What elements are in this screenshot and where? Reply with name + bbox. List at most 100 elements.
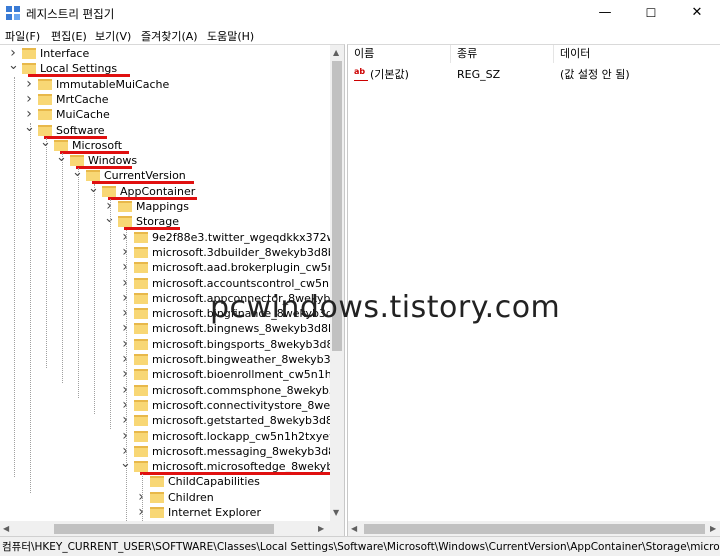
chevron-right-icon[interactable]: › — [120, 382, 130, 398]
tree-node[interactable]: › microsoft.accountscontrol_cw5n1h2tx — [0, 275, 344, 291]
tree-node-label: 9e2f88e3.twitter_wgeqdkkx372wm — [152, 230, 345, 244]
tree-node[interactable]: › microsoft.3dbuilder_8wekyb3d8bbwe — [0, 244, 344, 260]
chevron-down-icon[interactable]: ⌄ — [56, 151, 67, 168]
chevron-right-icon[interactable]: › — [120, 352, 130, 367]
chevron-down-icon[interactable]: ⌄ — [24, 121, 35, 138]
tree-node-label: Mappings — [136, 200, 189, 213]
tree-vertical-scrollbar[interactable]: ▲ ▼ — [330, 45, 344, 521]
chevron-right-icon[interactable]: › — [120, 260, 130, 275]
chevron-down-icon[interactable]: ⌄ — [120, 457, 131, 474]
tree-node[interactable]: ⌄ Microsoft — [0, 136, 330, 154]
chevron-right-icon[interactable]: › — [120, 290, 130, 306]
list-horizontal-scrollbar[interactable]: ◀ ▶ — [348, 521, 720, 537]
tree-node[interactable]: ⌄ AppContainer — [0, 182, 330, 200]
tree-node[interactable]: › microsoft.bioenrollment_cw5n1h2txye — [0, 367, 344, 382]
tree-node[interactable]: › microsoft.bingnews_8wekyb3d8bbwe — [0, 321, 344, 336]
chevron-right-icon[interactable]: › — [120, 244, 130, 260]
chevron-right-icon[interactable]: › — [120, 275, 130, 291]
menu-file[interactable]: 파일(F) — [5, 28, 40, 44]
tree-node[interactable]: › microsoft.aad.brokerplugin_cw5n1h2b — [0, 260, 344, 275]
tree-node-label: microsoft.messaging_8wekyb3d8bbwe — [152, 444, 345, 458]
tree-node-label: microsoft.accountscontrol_cw5n1h2tx — [152, 276, 345, 290]
scroll-right-arrow-icon[interactable]: ▶ — [318, 524, 324, 534]
chevron-right-icon[interactable]: › — [120, 306, 130, 321]
maximize-button[interactable]: ☐ — [628, 0, 674, 26]
tree-node[interactable]: ⌄ Local Settings — [0, 59, 330, 78]
scroll-up-arrow-icon[interactable]: ▲ — [333, 48, 339, 58]
chevron-right-icon[interactable]: › — [120, 413, 130, 428]
tree-node[interactable]: › microsoft.bingsports_8wekyb3d8bbwe — [0, 336, 344, 352]
chevron-right-icon[interactable]: › — [120, 428, 130, 444]
chevron-right-icon[interactable]: › — [120, 397, 130, 413]
list-scroll-left-arrow-icon[interactable]: ◀ — [351, 524, 357, 534]
tree-node[interactable]: › microsoft.commsphone_8wekyb3d8bb — [0, 382, 344, 398]
tree-node[interactable]: › microsoft.bingweather_8wekyb3d8bbw — [0, 352, 344, 367]
close-button[interactable]: ✕ — [674, 0, 720, 26]
tree-guide-line — [126, 229, 127, 521]
tree-guide-line — [78, 168, 79, 399]
menu-view[interactable]: 보기(V) — [95, 28, 131, 44]
menu-favorites[interactable]: 즐겨찾기(A) — [141, 28, 198, 44]
menu-help[interactable]: 도움말(H) — [207, 28, 254, 44]
column-header-data[interactable]: 데이터 — [554, 45, 720, 63]
tree-node[interactable]: › microsoft.connectivitystore_8wekyb3 — [0, 397, 344, 413]
tree-node[interactable]: ⌄ Storage — [0, 212, 330, 231]
tree-node[interactable]: › microsoft.lockapp_cw5n1h2txyewy — [0, 428, 344, 444]
tree-node[interactable]: › 9e2f88e3.twitter_wgeqdkkx372wm — [0, 229, 344, 245]
chevron-down-icon[interactable]: ⌄ — [104, 212, 115, 229]
chevron-down-icon[interactable]: ⌄ — [72, 166, 83, 183]
column-header-type[interactable]: 종류 — [451, 45, 554, 63]
tree-node[interactable]: › MrtCache — [0, 91, 330, 107]
tree-node[interactable]: › microsoft.getstarted_8wekyb3d8bbwe — [0, 413, 344, 428]
folder-icon — [134, 399, 148, 411]
tree-horizontal-scroll-thumb[interactable] — [54, 524, 274, 534]
tree-node[interactable]: › microsoft.appconnector_8wekyb3d8bb — [0, 290, 344, 306]
chevron-down-icon[interactable]: ⌄ — [40, 136, 51, 153]
tree-node[interactable]: ⌄ CurrentVersion — [0, 166, 330, 185]
folder-icon — [38, 78, 52, 90]
tree-node[interactable]: ⌄ Windows — [0, 151, 330, 170]
chevron-right-icon[interactable]: › — [136, 489, 146, 505]
tree-node-label: microsoft.bingweather_8wekyb3d8bbw — [152, 353, 344, 366]
chevron-right-icon[interactable]: › — [136, 505, 146, 520]
tree-node[interactable]: › Interface — [0, 46, 330, 61]
chevron-right-icon[interactable]: › — [120, 367, 130, 382]
tree-node[interactable]: › Mappings — [0, 199, 330, 214]
tree-node[interactable]: › microsoft.messaging_8wekyb3d8bbwe — [0, 443, 344, 459]
folder-icon — [134, 277, 148, 289]
chevron-right-icon[interactable]: › — [120, 321, 130, 336]
chevron-right-icon[interactable]: › — [120, 336, 130, 352]
chevron-down-icon[interactable]: ⌄ — [88, 182, 99, 199]
minimize-button[interactable]: — — [582, 0, 628, 26]
registry-tree[interactable]: › Interface ⌄ Local Settings › ImmutableMuiCa… — [0, 44, 345, 537]
tree-node[interactable]: › MuiCache — [0, 107, 330, 122]
tree-node-label: microsoft.lockapp_cw5n1h2txyewy — [152, 429, 345, 443]
scroll-left-arrow-icon[interactable]: ◀ — [3, 524, 9, 534]
tree-vertical-scroll-thumb[interactable] — [332, 61, 342, 351]
list-scroll-right-arrow-icon[interactable]: ▶ — [710, 524, 716, 534]
chevron-right-icon[interactable]: › — [24, 76, 34, 92]
tree-horizontal-scrollbar[interactable]: ◀ ▶ — [0, 521, 330, 537]
list-horizontal-scroll-thumb[interactable] — [364, 524, 705, 534]
folder-icon — [38, 109, 52, 121]
tree-guide-line — [46, 137, 47, 368]
values-list[interactable]: 이름 종류 데이터 ab (기본값) REG_SZ (값 설정 안 됨) ◀ ▶ — [347, 44, 720, 537]
column-header-name[interactable]: 이름 — [348, 45, 451, 63]
scroll-down-arrow-icon[interactable]: ▼ — [333, 508, 339, 518]
tree-node[interactable]: › microsoft.bingfinance_8wekyb3d8bbw — [0, 306, 344, 321]
chevron-right-icon[interactable]: › — [120, 229, 130, 245]
tree-node[interactable]: ⌄microsoft.microsoftedge_8wekyb3d8bb — [0, 457, 344, 476]
tree-node[interactable]: › ImmutableMuiCache — [0, 76, 330, 92]
menu-edit[interactable]: 편집(E) — [51, 28, 87, 44]
tree-node[interactable]: › Children — [0, 489, 330, 505]
tree-node-label: ChildCapabilities — [168, 475, 260, 489]
tree-node-label: MuiCache — [56, 108, 110, 122]
scrollbar-corner — [330, 521, 344, 537]
folder-icon — [150, 507, 164, 518]
folder-icon — [118, 201, 132, 212]
folder-icon — [134, 384, 148, 396]
tree-node[interactable]: ChildCapabilities — [0, 474, 330, 489]
chevron-down-icon[interactable]: ⌄ — [8, 59, 19, 76]
chevron-right-icon[interactable]: › — [24, 91, 34, 107]
tree-node[interactable]: › Internet Explorer — [0, 505, 330, 520]
